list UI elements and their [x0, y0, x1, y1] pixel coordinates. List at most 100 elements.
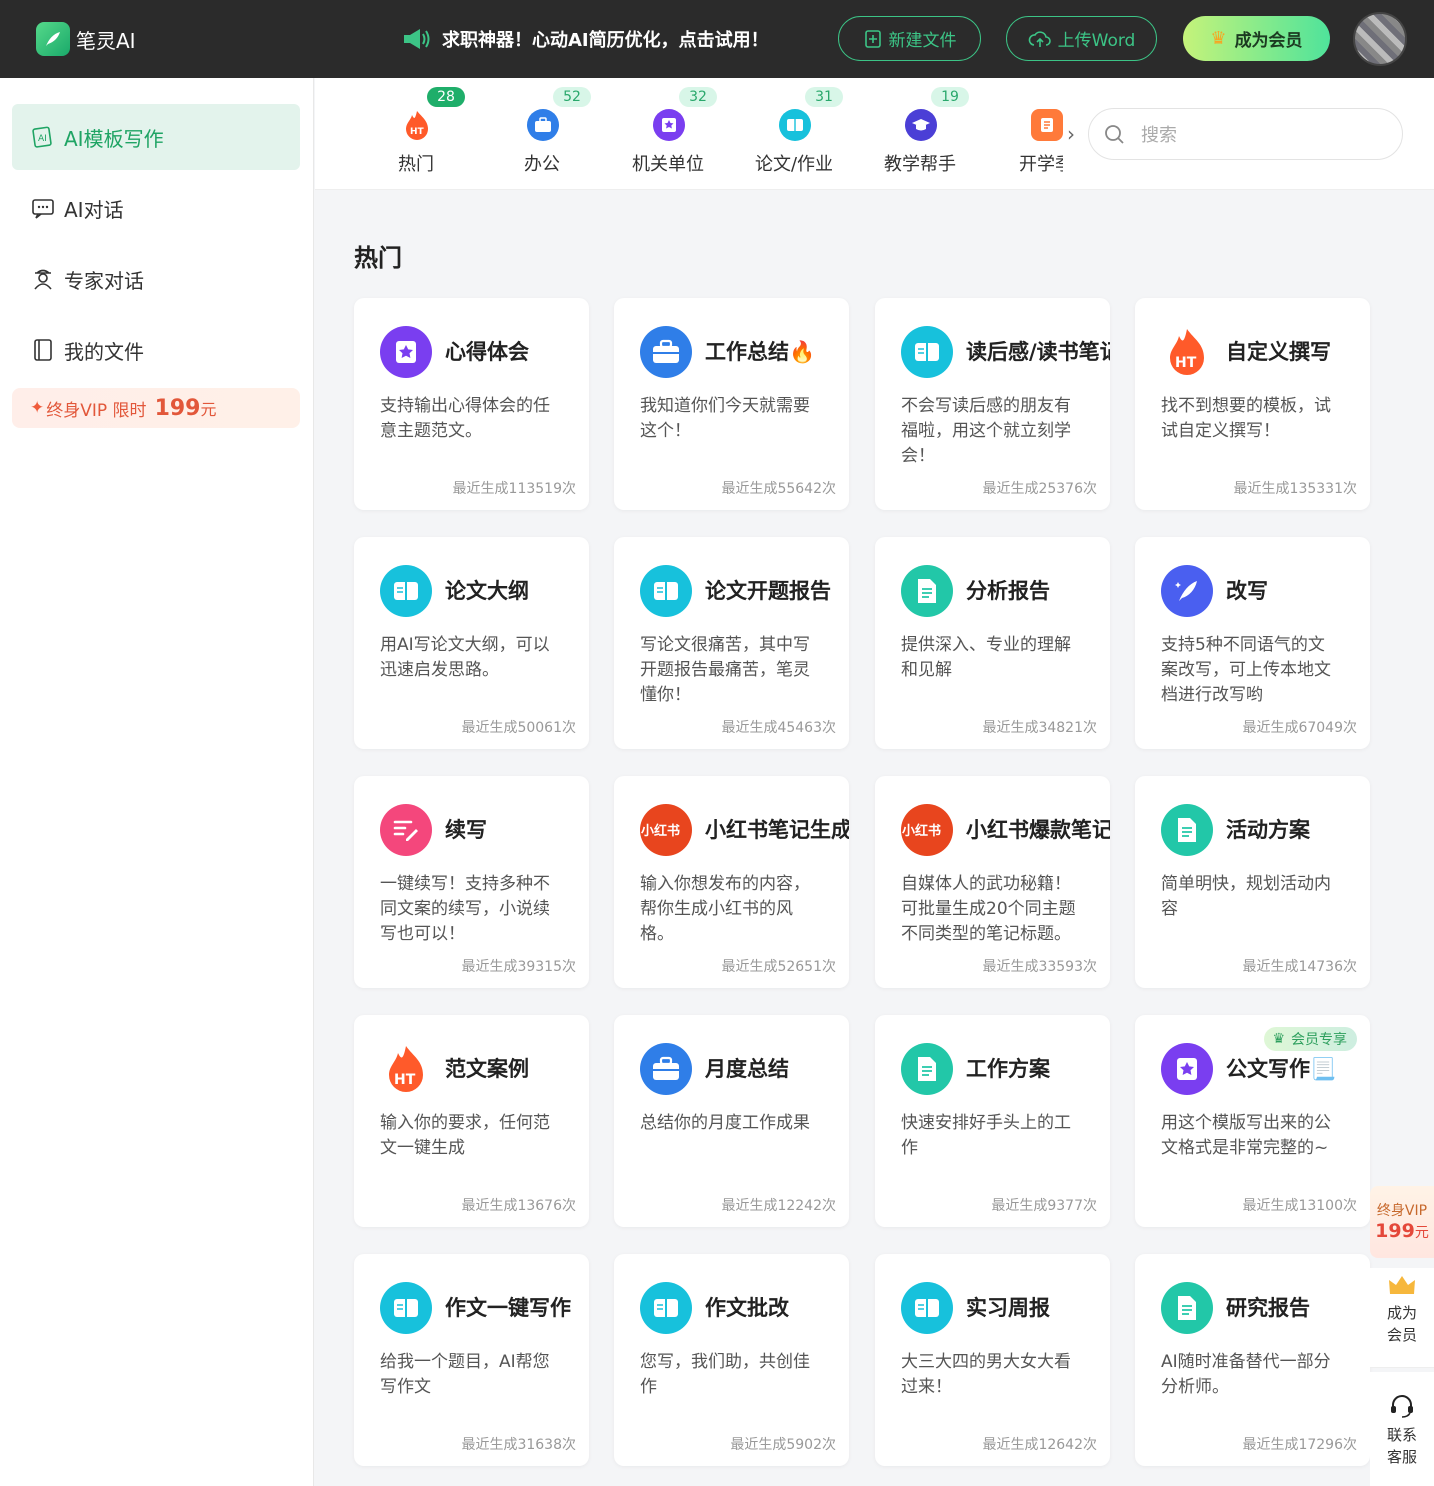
template-card[interactable]: 研究报告 AI随时准备替代一部分分析师。 最近生成17296次 [1135, 1254, 1370, 1466]
template-card[interactable]: 实习周报 大三大四的男大女大看过来！ 最近生成12642次 [875, 1254, 1110, 1466]
category-label: 机关单位 [632, 154, 704, 175]
template-description: 大三大四的男大女大看过来！ [901, 1352, 1071, 1397]
template-usage-count: 最近生成13100次 [1242, 1195, 1357, 1215]
category-label: 办公 [524, 154, 560, 175]
template-description: 提供深入、专业的理解和见解 [901, 635, 1071, 680]
tab-thesis[interactable]: 31 论文/作业 [731, 78, 857, 190]
ai-template-icon: AI [30, 124, 56, 150]
template-card[interactable]: 作文一键写作 给我一个题目，AI帮您写作文 最近生成31638次 [354, 1254, 589, 1466]
book-icon [640, 1282, 692, 1334]
new-file-icon [864, 29, 881, 48]
tab-office[interactable]: 52 办公 [479, 78, 605, 190]
template-description: 支持输出心得体会的任意主题范文。 [380, 396, 550, 441]
new-file-button[interactable]: 新建文件 [838, 16, 981, 61]
tab-school-start[interactable]: 开学季 [983, 78, 1063, 190]
float-vip-unit: 元 [1414, 1225, 1429, 1241]
sidebar-item-expert-chat[interactable]: 专家对话 [12, 246, 300, 312]
float-member-button[interactable]: 成为会员 [1370, 1268, 1434, 1368]
float-vip-promo[interactable]: 终身VIP 199元 [1370, 1186, 1434, 1258]
user-avatar[interactable] [1353, 12, 1407, 66]
template-card[interactable]: HT 范文案例 输入你的要求，任何范文一键生成 最近生成13676次 [354, 1015, 589, 1227]
tab-government[interactable]: 32 机关单位 [605, 78, 731, 190]
template-card[interactable]: 论文开题报告 写论文很痛苦，其中写开题报告最痛苦，笔灵懂你！ 最近生成45463次 [614, 537, 849, 749]
template-title: 作文一键写作 [445, 1296, 571, 1320]
sidebar-item-label: 我的文件 [64, 339, 144, 364]
template-card[interactable]: 改写 支持5种不同语气的文案改写，可上传本地文档进行改写哟 最近生成67049次 [1135, 537, 1370, 749]
sidebar-item-ai-template[interactable]: AI AI模板写作 [12, 104, 300, 170]
template-card[interactable]: 论文大纲 用AI写论文大纲，可以迅速启发思路。 最近生成50061次 [354, 537, 589, 749]
template-title: 作文批改 [705, 1296, 789, 1320]
xiaohongshu-icon: 小红书 [901, 804, 953, 856]
category-scroller: 28 HT 热门 52 办公 32 机关单位 31 论文/作业 19 教学帮手 … [353, 78, 1063, 190]
template-card[interactable]: 心得体会 支持输出心得体会的任意主题范文。 最近生成113519次 [354, 298, 589, 510]
megaphone-icon [404, 29, 430, 49]
template-card[interactable]: 分析报告 提供深入、专业的理解和见解 最近生成34821次 [875, 537, 1110, 749]
template-description: 一键续写！支持多种不同文案的续写，小说续写也可以！ [380, 874, 550, 944]
template-card[interactable]: 小红书 小红书爆款笔记 自媒体人的武功秘籍！可批量生成20个同主题不同类型的笔记标题… [875, 776, 1110, 988]
sidebar-vip-promo[interactable]: ✦ 终身VIP 限时 199 元 [12, 388, 300, 428]
search-icon [1105, 125, 1124, 144]
template-description: 自媒体人的武功秘籍！可批量生成20个同主题不同类型的笔记标题。 [901, 874, 1076, 944]
template-title: 范文案例 [445, 1057, 529, 1081]
category-count-badge: 19 [931, 87, 969, 107]
template-card[interactable]: 作文批改 您写，我们助，共创佳作 最近生成5902次 [614, 1254, 849, 1466]
template-usage-count: 最近生成5902次 [730, 1434, 836, 1454]
template-card[interactable]: 续写 一键续写！支持多种不同文案的续写，小说续写也可以！ 最近生成39315次 [354, 776, 589, 988]
briefcase-icon [640, 1043, 692, 1095]
chevron-right-icon[interactable]: › [1067, 122, 1075, 146]
template-card[interactable]: 小红书 小红书笔记生成 输入你想发布的内容，帮你生成小红书的风格。 最近生成52651… [614, 776, 849, 988]
template-title: 工作方案 [966, 1057, 1050, 1081]
document-icon [901, 1043, 953, 1095]
template-usage-count: 最近生成14736次 [1242, 956, 1357, 976]
svg-text:小红书: 小红书 [902, 823, 941, 839]
template-card[interactable]: 读后感/读书笔记 不会写读后感的朋友有福啦，用这个就立刻学会！ 最近生成25376次 [875, 298, 1110, 510]
template-title: 活动方案 [1226, 818, 1310, 842]
tab-hot[interactable]: 28 HT 热门 [353, 78, 479, 190]
book-icon [901, 326, 953, 378]
svg-text:HT: HT [394, 1072, 416, 1088]
become-member-button[interactable]: ♛ 成为会员 [1183, 16, 1330, 61]
template-description: 找不到想要的模板，试试自定义撰写！ [1161, 396, 1331, 441]
template-title: 研究报告 [1226, 1296, 1310, 1320]
become-member-label: 成为会员 [1234, 31, 1303, 51]
file-icon [30, 337, 56, 363]
float-service-button[interactable]: 联系客服 [1370, 1372, 1434, 1486]
template-description: 用AI写论文大纲，可以迅速启发思路。 [380, 635, 550, 680]
sidebar-item-ai-chat[interactable]: AI对话 [12, 175, 300, 241]
template-card[interactable]: 月度总结 总结你的月度工作成果 最近生成12242次 [614, 1015, 849, 1227]
template-card[interactable]: 工作总结🔥 我知道你们今天就需要这个！ 最近生成55642次 [614, 298, 849, 510]
template-card[interactable]: 工作方案 快速安排好手头上的工作 最近生成9377次 [875, 1015, 1110, 1227]
briefcase-icon [527, 109, 559, 141]
template-usage-count: 最近生成17296次 [1242, 1434, 1357, 1454]
template-usage-count: 最近生成67049次 [1242, 717, 1357, 737]
cloud-upload-icon [1028, 30, 1051, 47]
template-card[interactable]: 活动方案 简单明快，规划活动内容 最近生成14736次 [1135, 776, 1370, 988]
category-count-badge: 52 [553, 87, 591, 107]
promo-text: 求职神器！心动AI简历优化，点击试用！ [442, 30, 769, 51]
expert-icon [30, 266, 56, 292]
search-input[interactable]: 搜索 [1088, 108, 1403, 160]
sidebar-item-label: 专家对话 [64, 268, 144, 293]
top-bar: 笔灵AI 求职神器！心动AI简历优化，点击试用！ 新建文件 上传Word ♛ 成… [0, 0, 1434, 78]
hot-flame-icon: HT [1161, 326, 1213, 378]
star-badge-icon [653, 109, 685, 141]
template-description: 给我一个题目，AI帮您写作文 [380, 1352, 550, 1397]
template-title: 月度总结 [705, 1057, 789, 1081]
crown-icon: ♛ [1272, 1031, 1285, 1047]
template-usage-count: 最近生成13676次 [461, 1195, 576, 1215]
template-title: 工作总结🔥 [705, 340, 816, 364]
template-card[interactable]: 公文写作📃 用这个模版写出来的公文格式是非常完整的~ 最近生成13100次 ♛ 会员专享 [1135, 1015, 1370, 1227]
xiaohongshu-icon: 小红书 [640, 804, 692, 856]
template-usage-count: 最近生成34821次 [982, 717, 1097, 737]
sidebar-item-my-files[interactable]: 我的文件 [12, 317, 300, 383]
template-description: 用这个模版写出来的公文格式是非常完整的~ [1161, 1113, 1331, 1158]
sidebar-item-label: AI模板写作 [64, 126, 164, 151]
template-title: 改写 [1226, 579, 1268, 603]
promo-banner[interactable]: 求职神器！心动AI简历优化，点击试用！ [402, 26, 769, 52]
notebook-icon [1031, 109, 1063, 141]
upload-word-button[interactable]: 上传Word [1006, 16, 1157, 61]
briefcase-icon [640, 326, 692, 378]
brand-logo[interactable]: 笔灵AI [36, 22, 136, 56]
template-card[interactable]: HT 自定义撰写 找不到想要的模板，试试自定义撰写！ 最近生成135331次 [1135, 298, 1370, 510]
tab-teaching[interactable]: 19 教学帮手 [857, 78, 983, 190]
